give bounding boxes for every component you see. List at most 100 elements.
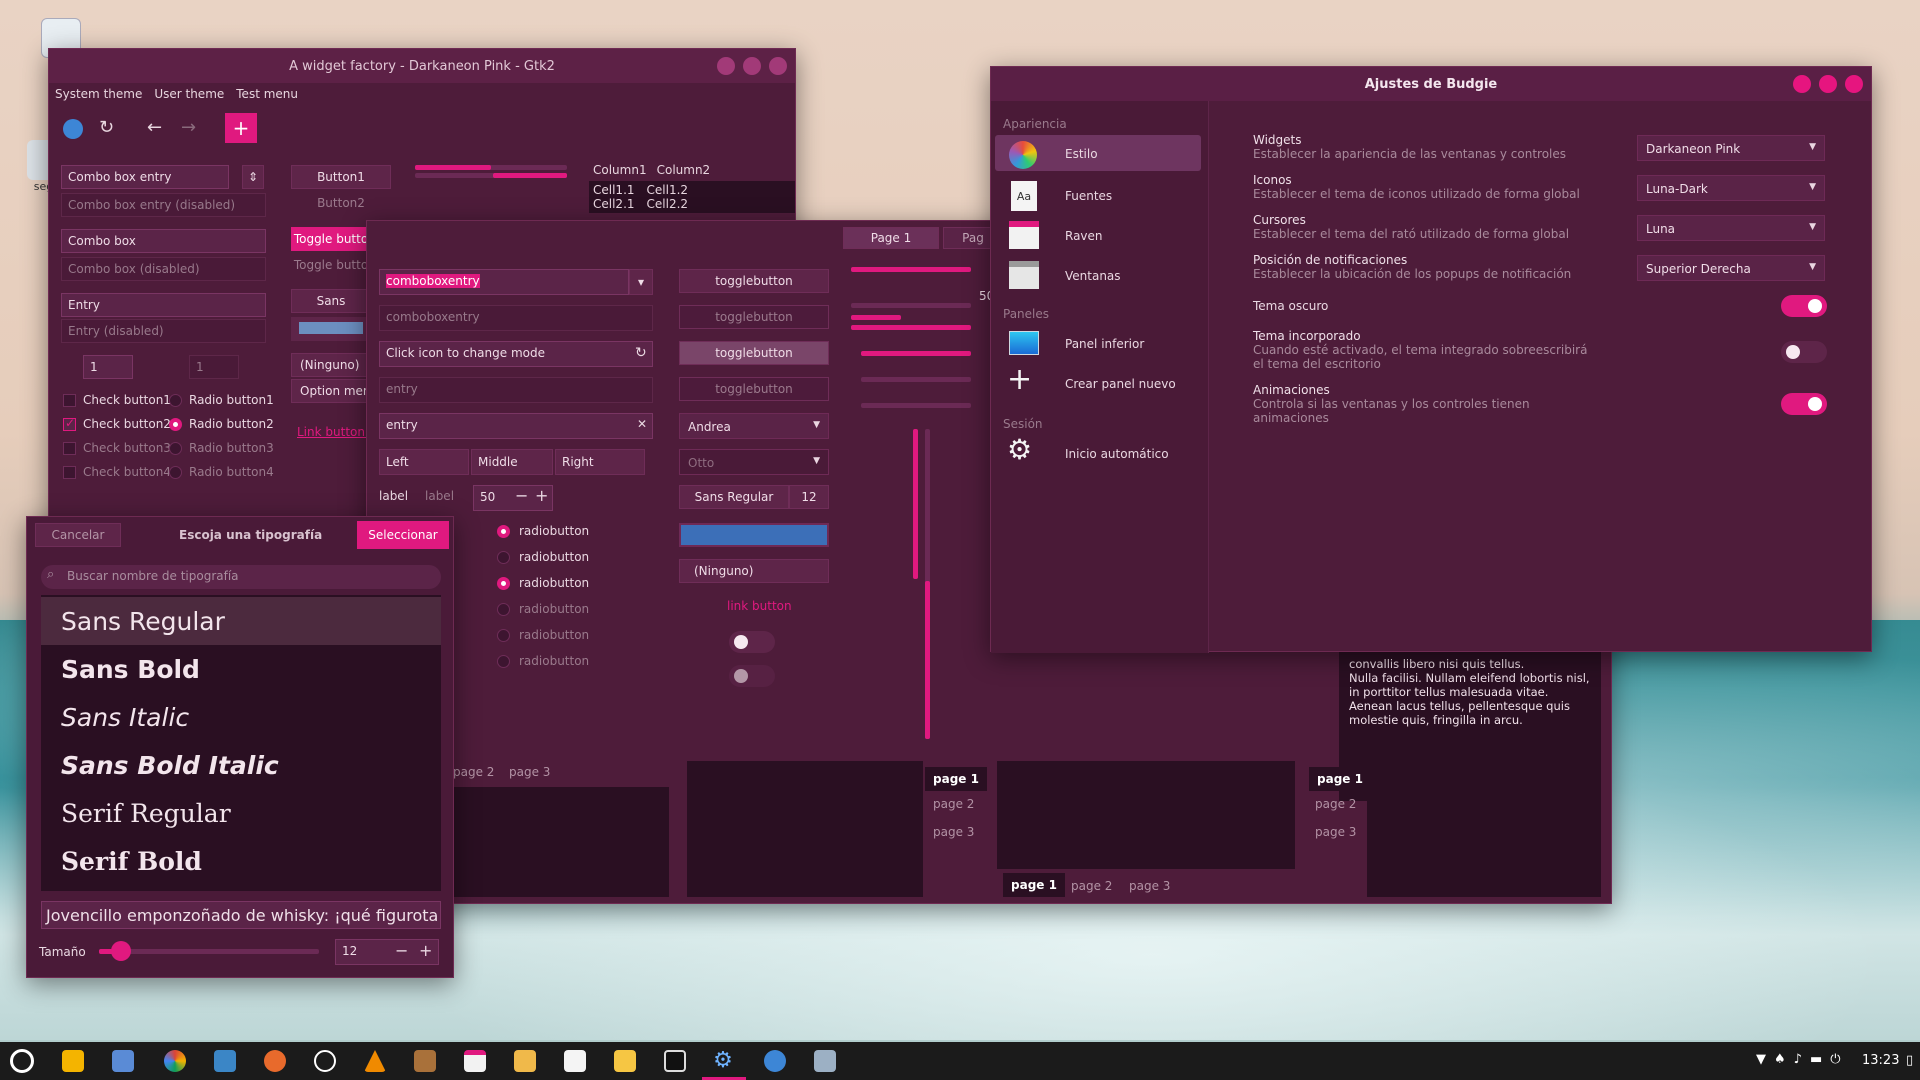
size-slider[interactable]	[99, 949, 319, 954]
calendar-icon[interactable]	[464, 1050, 486, 1072]
notification-icon[interactable]: ♠	[1774, 1052, 1786, 1067]
tab-page-1d[interactable]: page 1	[1309, 767, 1371, 791]
switch-1[interactable]	[729, 631, 775, 653]
tab-page-2c[interactable]: page 2	[1071, 879, 1112, 893]
window-icon[interactable]	[814, 1050, 836, 1072]
decrement-icon[interactable]: −	[395, 941, 408, 960]
maximize-button[interactable]	[1819, 75, 1837, 93]
radio-button-1[interactable]	[169, 394, 182, 407]
file-chooser-button[interactable]: (Ninguno)	[291, 353, 371, 377]
clear-icon[interactable]: ✕	[637, 417, 647, 431]
settings-icon[interactable]: ⚙	[712, 1050, 734, 1072]
font-button-sans[interactable]: Sans	[291, 289, 371, 313]
menu-user-theme[interactable]: User theme	[154, 87, 224, 101]
togglebutton-1[interactable]: togglebutton	[679, 269, 829, 293]
clock-app-icon[interactable]	[314, 1050, 336, 1072]
tab-page-1c[interactable]: page 1	[1003, 873, 1065, 897]
refresh-icon[interactable]: ↻	[99, 117, 114, 138]
maximize-button[interactable]	[743, 57, 761, 75]
list-item[interactable]: Sans Regular	[41, 597, 441, 645]
tema-incorporado-switch[interactable]	[1781, 341, 1827, 363]
tab-page-1b[interactable]: page 1	[925, 767, 987, 791]
check-button-1[interactable]	[63, 394, 76, 407]
tree-header-1[interactable]: Column1	[593, 163, 647, 177]
list-item[interactable]: Sans Italic	[41, 693, 441, 741]
menu-test[interactable]: Test menu	[236, 87, 298, 101]
terminal-icon[interactable]	[664, 1050, 686, 1072]
combo-box-entry[interactable]: Combo box entry	[61, 165, 229, 189]
power-icon[interactable]: ⏻	[1830, 1052, 1840, 1067]
table-row[interactable]: Cell1.1 Cell1.2	[593, 183, 791, 197]
radiobutton-3[interactable]	[497, 577, 510, 590]
color-button[interactable]	[679, 523, 829, 547]
mail-icon[interactable]	[514, 1050, 536, 1072]
check-button-2[interactable]	[63, 416, 76, 431]
combo-box[interactable]: Combo box	[61, 229, 266, 253]
chrome-icon[interactable]	[164, 1050, 186, 1072]
text-editor-icon[interactable]	[564, 1050, 586, 1072]
seg-left[interactable]: Left	[379, 449, 469, 475]
preview-text[interactable]: Jovencillo emponzoñado de whisky: ¡qué f…	[41, 901, 441, 929]
toggle-button-1[interactable]: Toggle butto	[291, 227, 371, 251]
seg-middle[interactable]: Middle	[471, 449, 553, 475]
list-item[interactable]: Serif Bold	[41, 837, 441, 885]
tab-page-2b[interactable]: page 2	[933, 797, 974, 811]
link-button[interactable]: link button	[727, 599, 792, 613]
combobox-entry[interactable]: comboboxentry	[379, 269, 629, 295]
decrement-icon[interactable]: −	[515, 486, 528, 505]
vlc-icon[interactable]	[364, 1050, 386, 1072]
entry[interactable]: entry	[379, 413, 653, 439]
table-row[interactable]: Cell2.1 Cell2.2	[593, 197, 791, 211]
list-item[interactable]: Serif Regular	[41, 789, 441, 837]
notificaciones-dropdown[interactable]: Superior Derecha	[1637, 255, 1825, 281]
widget-factory-icon[interactable]	[764, 1050, 786, 1072]
togglebutton-3[interactable]: togglebutton	[679, 341, 829, 365]
iconos-dropdown[interactable]: Luna-Dark	[1637, 175, 1825, 201]
clock[interactable]: 13:23	[1862, 1053, 1899, 1068]
list-item[interactable]: Sans Bold	[41, 645, 441, 693]
wifi-icon[interactable]: ▼	[1756, 1052, 1766, 1067]
close-button[interactable]	[1845, 75, 1863, 93]
cancel-button[interactable]: Cancelar	[35, 523, 121, 547]
tab-page-3b[interactable]: page 3	[933, 825, 974, 839]
cursores-dropdown[interactable]: Luna	[1637, 215, 1825, 241]
battery-icon[interactable]: ▬	[1810, 1052, 1822, 1067]
list-item[interactable]: Sans Bold Italic	[41, 741, 441, 789]
tab-page-3d[interactable]: page 3	[1315, 825, 1356, 839]
option-menu[interactable]: Option menu	[291, 379, 371, 403]
image-viewer-icon[interactable]	[214, 1050, 236, 1072]
widgets-dropdown[interactable]: Darkaneon Pink	[1637, 135, 1825, 161]
spin-button-1[interactable]: 1	[83, 355, 133, 379]
menu-system-theme[interactable]: System theme	[55, 87, 142, 101]
combo-andrea[interactable]: Andrea	[679, 413, 829, 439]
combobox-entry-arrow[interactable]: ▾	[629, 269, 653, 295]
tab-page-1[interactable]: Page 1	[843, 227, 939, 249]
radiobutton-2[interactable]	[497, 551, 510, 564]
entry[interactable]: Entry	[61, 293, 266, 317]
button-1[interactable]: Button1	[291, 165, 391, 189]
font-size[interactable]: 12	[789, 485, 829, 509]
search-input[interactable]: Buscar nombre de tipografía	[41, 565, 441, 589]
back-icon[interactable]: ←	[147, 117, 162, 138]
color-button[interactable]	[291, 317, 371, 341]
menu-icon[interactable]	[10, 1049, 34, 1073]
radiobutton-1[interactable]	[497, 525, 510, 538]
tema-oscuro-switch[interactable]	[1781, 295, 1827, 317]
font-button[interactable]: Sans Regular	[679, 485, 789, 509]
files-icon[interactable]	[62, 1050, 84, 1072]
add-icon[interactable]: +	[225, 113, 257, 143]
animaciones-switch[interactable]	[1781, 393, 1827, 415]
refresh-icon[interactable]: ↻	[635, 345, 647, 361]
raven-toggle-icon[interactable]: ▯	[1906, 1053, 1913, 1068]
select-button[interactable]: Seleccionar	[357, 521, 449, 549]
tab-page-2d[interactable]: page 2	[1315, 797, 1356, 811]
size-slider-handle[interactable]	[111, 941, 131, 961]
tab-page-2[interactable]: page 2	[453, 765, 494, 779]
archive-icon[interactable]	[414, 1050, 436, 1072]
notes-icon[interactable]	[614, 1050, 636, 1072]
tree-header-2[interactable]: Column2	[657, 163, 711, 177]
about-icon[interactable]	[63, 119, 83, 139]
minimize-button[interactable]	[1793, 75, 1811, 93]
combo-entry-arrow[interactable]: ⇕	[242, 165, 264, 189]
file-button[interactable]: (Ninguno)	[679, 559, 829, 583]
